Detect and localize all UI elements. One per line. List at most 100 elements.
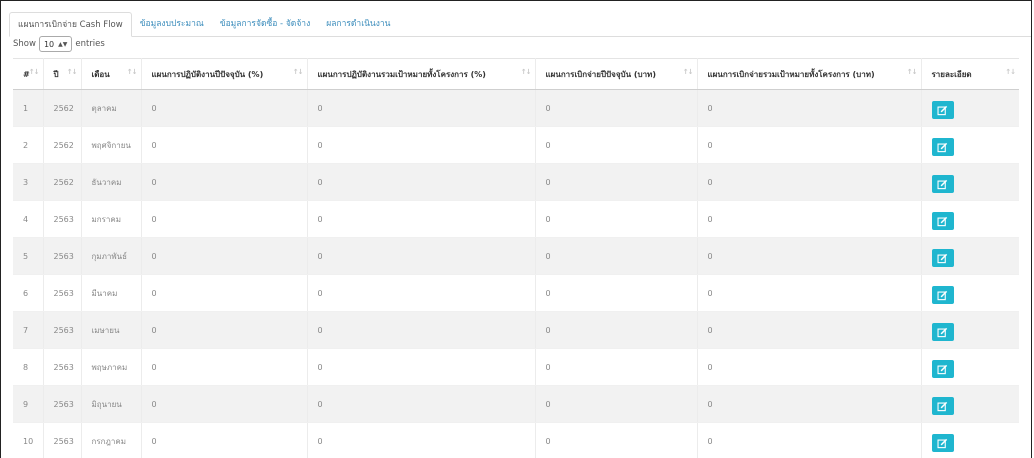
cell-detail xyxy=(921,200,1019,238)
cell-month: มีนาคม xyxy=(81,274,142,312)
cell-plan-total-pct: 0 xyxy=(307,274,536,312)
cell-plan-total-pct: 0 xyxy=(307,163,536,201)
cell-disburse-total: 0 xyxy=(697,311,922,349)
tab-procurement[interactable]: ข้อมูลการจัดซื้อ - จัดจ้าง xyxy=(212,12,318,36)
col-header-year[interactable]: ปี ↑↓ xyxy=(43,58,82,90)
cell-disburse-total: 0 xyxy=(697,348,922,386)
edit-icon xyxy=(937,290,948,301)
table-row: 1 2562 ตุลาคม 0 0 0 0 xyxy=(13,89,1019,127)
edit-button[interactable] xyxy=(931,434,954,452)
sort-icon: ↑↓ xyxy=(520,68,532,76)
cell-disburse-total: 0 xyxy=(697,89,922,127)
cell-disburse-current: 0 xyxy=(535,126,698,164)
cell-detail xyxy=(921,348,1019,386)
cell-plan-total-pct: 0 xyxy=(307,385,536,423)
cell-disburse-total: 0 xyxy=(697,274,922,312)
cell-year: 2563 xyxy=(43,200,82,238)
cell-plan-current-pct: 0 xyxy=(141,200,308,238)
col-header-plan-current-pct[interactable]: แผนการปฏิบัติงานปีปัจจุบัน (%) ↑↓ xyxy=(141,58,308,90)
cell-no: 9 xyxy=(13,385,44,423)
edit-icon xyxy=(937,216,948,227)
cell-detail xyxy=(921,89,1019,127)
sort-icon: ↑↓ xyxy=(66,68,78,76)
cell-month: พฤษภาคม xyxy=(81,348,142,386)
cell-month: ธันวาคม xyxy=(81,163,142,201)
table-row: 5 2563 กุมภาพันธ์ 0 0 0 0 xyxy=(13,237,1019,275)
edit-button[interactable] xyxy=(931,138,954,156)
cell-plan-current-pct: 0 xyxy=(141,274,308,312)
cell-month: มกราคม xyxy=(81,200,142,238)
select-arrows-icon: ▲▼ xyxy=(58,40,68,48)
edit-icon xyxy=(937,105,948,116)
table-row: 8 2563 พฤษภาคม 0 0 0 0 xyxy=(13,348,1019,386)
cell-plan-current-pct: 0 xyxy=(141,126,308,164)
edit-icon xyxy=(937,179,948,190)
sort-icon: ↑↓ xyxy=(682,68,694,76)
cell-month: ตุลาคม xyxy=(81,89,142,127)
cell-detail xyxy=(921,385,1019,423)
tab-budget[interactable]: ข้อมูลงบประมาณ xyxy=(132,12,212,36)
cell-detail xyxy=(921,311,1019,349)
edit-button[interactable] xyxy=(931,360,954,378)
edit-icon xyxy=(937,253,948,264)
cell-no: 5 xyxy=(13,237,44,275)
entries-length-control: Show 10 ▲▼ entries xyxy=(13,36,105,52)
cell-disburse-current: 0 xyxy=(535,311,698,349)
cell-disburse-total: 0 xyxy=(697,422,922,458)
tab-performance[interactable]: ผลการดำเนินงาน xyxy=(318,12,398,36)
cell-no: 10 xyxy=(13,422,44,458)
cell-month: กุมภาพันธ์ xyxy=(81,237,142,275)
cell-plan-total-pct: 0 xyxy=(307,348,536,386)
cell-detail xyxy=(921,126,1019,164)
table-row: 7 2563 เมษายน 0 0 0 0 xyxy=(13,311,1019,349)
app-window: แผนการเบิกจ่าย Cash Flow ข้อมูลงบประมาณ … xyxy=(0,0,1032,458)
cell-no: 3 xyxy=(13,163,44,201)
entries-label: entries xyxy=(75,39,105,49)
edit-icon xyxy=(937,327,948,338)
cell-plan-current-pct: 0 xyxy=(141,237,308,275)
col-header-disburse-current[interactable]: แผนการเบิกจ่ายปีปัจจุบัน (บาท) ↑↓ xyxy=(535,58,698,90)
cell-no: 2 xyxy=(13,126,44,164)
cell-plan-current-pct: 0 xyxy=(141,348,308,386)
col-header-plan-total-pct[interactable]: แผนการปฏิบัติงานรวมเป้าหมายทั้งโครงการ (… xyxy=(307,58,536,90)
table-row: 3 2562 ธันวาคม 0 0 0 0 xyxy=(13,163,1019,201)
edit-button[interactable] xyxy=(931,249,954,267)
edit-button[interactable] xyxy=(931,101,954,119)
tab-cash-flow[interactable]: แผนการเบิกจ่าย Cash Flow xyxy=(9,12,132,37)
show-label: Show xyxy=(13,39,36,49)
table-row: 10 2563 กรกฎาคม 0 0 0 0 xyxy=(13,422,1019,458)
sort-icon: ↑↓ xyxy=(906,68,918,76)
edit-button[interactable] xyxy=(931,175,954,193)
cell-detail xyxy=(921,422,1019,458)
col-header-disburse-total[interactable]: แผนการเบิกจ่ายรวมเป้าหมายทั้งโครงการ (บา… xyxy=(697,58,922,90)
sort-icon: ↑↓ xyxy=(1005,68,1016,76)
cell-month: มิถุนายน xyxy=(81,385,142,423)
cell-disburse-current: 0 xyxy=(535,89,698,127)
sort-icon: ↑↓ xyxy=(126,68,138,76)
cell-month: พฤศจิกายน xyxy=(81,126,142,164)
cell-disburse-current: 0 xyxy=(535,200,698,238)
cell-plan-current-pct: 0 xyxy=(141,89,308,127)
edit-button[interactable] xyxy=(931,212,954,230)
edit-icon xyxy=(937,438,948,449)
cell-year: 2563 xyxy=(43,274,82,312)
cell-disburse-current: 0 xyxy=(535,422,698,458)
cell-no: 8 xyxy=(13,348,44,386)
col-header-month[interactable]: เดือน ↑↓ xyxy=(81,58,142,90)
cell-plan-current-pct: 0 xyxy=(141,163,308,201)
cell-year: 2562 xyxy=(43,163,82,201)
edit-button[interactable] xyxy=(931,286,954,304)
col-header-detail[interactable]: รายละเอียด ↑↓ xyxy=(921,58,1019,90)
sort-icon: ↑↓ xyxy=(292,68,304,76)
edit-button[interactable] xyxy=(931,397,954,415)
cell-year: 2562 xyxy=(43,89,82,127)
cell-disburse-current: 0 xyxy=(535,274,698,312)
col-header-no[interactable]: # ↑↓ xyxy=(13,58,44,90)
cell-year: 2562 xyxy=(43,126,82,164)
edit-button[interactable] xyxy=(931,323,954,341)
cell-no: 6 xyxy=(13,274,44,312)
cell-month: เมษายน xyxy=(81,311,142,349)
entries-select[interactable]: 10 ▲▼ xyxy=(38,36,73,52)
cell-plan-current-pct: 0 xyxy=(141,422,308,458)
cell-no: 1 xyxy=(13,89,44,127)
